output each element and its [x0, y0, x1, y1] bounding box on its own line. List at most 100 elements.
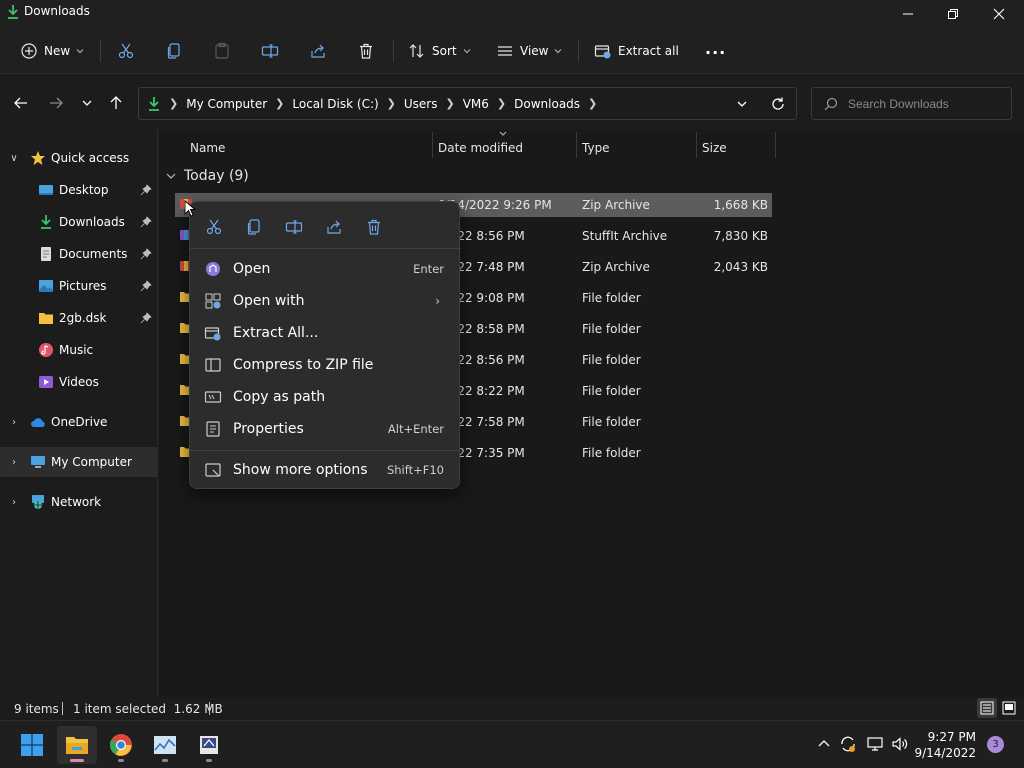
delete-button[interactable]: [357, 36, 375, 66]
chevron-right-icon[interactable]: ❯: [446, 97, 455, 110]
plus-circle-icon: [21, 43, 37, 59]
taskbar-task-manager[interactable]: [145, 726, 185, 764]
restore-icon: [948, 9, 958, 19]
breadcrumb-downloads[interactable]: Downloads: [514, 97, 580, 111]
volume-icon[interactable]: [891, 735, 909, 753]
minimize-button[interactable]: [885, 0, 931, 28]
refresh-icon[interactable]: [769, 95, 787, 113]
menu-item-properties[interactable]: Properties Alt+Enter: [196, 414, 454, 444]
sidebar-item-desktop[interactable]: Desktop: [0, 175, 157, 205]
cut-button[interactable]: [117, 36, 135, 66]
chevron-down-icon: [82, 100, 92, 106]
menu-shortcut: Alt+Enter: [387, 422, 444, 436]
pin-icon[interactable]: [140, 312, 152, 324]
running-indicator: [162, 759, 168, 762]
sidebar-item-network[interactable]: › Network: [0, 487, 157, 517]
chevron-right-icon[interactable]: ›: [8, 417, 20, 428]
chevron-down-icon: [463, 49, 470, 54]
close-button[interactable]: [976, 0, 1022, 28]
chevron-down-icon: [166, 173, 176, 179]
column-header-name[interactable]: Name: [190, 138, 225, 158]
context-share-button[interactable]: [320, 214, 348, 240]
sidebar-item-quick-access[interactable]: ∨ Quick access: [0, 143, 157, 173]
taskbar-chrome[interactable]: [101, 726, 141, 764]
search-box[interactable]: [811, 87, 1012, 120]
pin-icon[interactable]: [140, 216, 152, 228]
file-size: 1,668 KB: [713, 198, 768, 212]
chevron-right-icon[interactable]: ❯: [588, 97, 597, 110]
restore-button[interactable]: [930, 0, 976, 28]
column-header-type[interactable]: Type: [582, 138, 610, 158]
sidebar-item-2gb-dsk[interactable]: 2gb.dsk: [0, 303, 157, 333]
sidebar-item-music[interactable]: Music: [0, 335, 157, 365]
context-copy-button[interactable]: [240, 214, 268, 240]
copy-path-icon: [204, 391, 222, 403]
start-button[interactable]: [12, 726, 52, 764]
paste-button[interactable]: [213, 36, 231, 66]
column-separator[interactable]: [696, 132, 697, 158]
extract-all-button[interactable]: Extract all: [594, 36, 679, 66]
share-button[interactable]: [309, 36, 327, 66]
breadcrumb-vm6[interactable]: VM6: [463, 97, 489, 111]
chevron-right-icon[interactable]: ❯: [497, 97, 506, 110]
sidebar-item-pictures[interactable]: Pictures: [0, 271, 157, 301]
sidebar-item-downloads[interactable]: Downloads: [0, 207, 157, 237]
copy-button[interactable]: [165, 36, 183, 66]
pin-icon[interactable]: [140, 248, 152, 260]
view-button[interactable]: View: [496, 36, 562, 66]
context-delete-button[interactable]: [360, 214, 388, 240]
pin-icon[interactable]: [140, 184, 152, 196]
details-view-button[interactable]: [977, 698, 997, 718]
menu-item-open-with[interactable]: Open with ›: [196, 286, 454, 316]
notification-badge[interactable]: 3: [987, 736, 1004, 753]
breadcrumb-local-disk[interactable]: Local Disk (C:): [292, 97, 378, 111]
forward-button[interactable]: [44, 88, 68, 118]
address-dropdown-icon[interactable]: [733, 95, 751, 113]
menu-item-open[interactable]: Open Enter: [196, 254, 454, 284]
group-header-today[interactable]: Today (9): [166, 166, 249, 186]
chevron-right-icon[interactable]: ❯: [275, 97, 284, 110]
breadcrumb-my-computer[interactable]: My Computer: [186, 97, 267, 111]
context-rename-button[interactable]: [280, 214, 308, 240]
pin-icon[interactable]: [140, 280, 152, 292]
more-options-button[interactable]: ...: [705, 36, 726, 66]
sort-button[interactable]: Sort: [408, 36, 471, 66]
breadcrumb-users[interactable]: Users: [404, 97, 438, 111]
menu-item-show-more-options[interactable]: Show more options Shift+F10: [196, 455, 454, 485]
column-separator[interactable]: [576, 132, 577, 158]
column-header-size[interactable]: Size: [702, 138, 727, 158]
back-button[interactable]: [9, 88, 33, 118]
chevron-up-icon[interactable]: [815, 735, 833, 753]
column-separator[interactable]: [432, 132, 433, 158]
new-button[interactable]: New: [20, 36, 84, 66]
taskbar-file-explorer[interactable]: [57, 726, 97, 764]
sidebar-item-my-computer[interactable]: › My Computer: [0, 447, 157, 477]
chevron-down-icon[interactable]: ∨: [8, 153, 20, 164]
context-cut-button[interactable]: [200, 214, 228, 240]
clock[interactable]: 9:27 PM 9/14/2022: [914, 729, 976, 761]
menu-label: Show more options: [233, 462, 368, 478]
chevron-right-icon[interactable]: ❯: [387, 97, 396, 110]
desktop-icon: [39, 185, 53, 195]
large-icons-view-button[interactable]: [999, 698, 1019, 718]
recent-locations-button[interactable]: [75, 88, 99, 118]
menu-item-copy-as-path[interactable]: Copy as path: [196, 382, 454, 412]
sidebar-item-documents[interactable]: Documents: [0, 239, 157, 269]
sync-icon[interactable]: [839, 735, 857, 753]
chevron-right-icon[interactable]: ›: [8, 457, 20, 468]
file-size: 7,830 KB: [713, 229, 768, 243]
search-input[interactable]: [848, 96, 998, 111]
menu-item-compress-zip[interactable]: Compress to ZIP file: [196, 350, 454, 380]
taskbar-app[interactable]: [189, 726, 229, 764]
rename-button[interactable]: [261, 36, 279, 66]
up-button[interactable]: [104, 88, 128, 118]
sidebar-item-videos[interactable]: Videos: [0, 367, 157, 397]
menu-item-extract-all[interactable]: Extract All...: [196, 318, 454, 348]
chevron-right-icon[interactable]: ›: [8, 497, 20, 508]
clock-time: 9:27 PM: [927, 730, 976, 744]
column-separator[interactable]: [775, 132, 776, 158]
network-status-icon[interactable]: [866, 735, 884, 753]
sidebar-item-onedrive[interactable]: › OneDrive: [0, 407, 157, 437]
address-bar[interactable]: ❯ My Computer ❯ Local Disk (C:) ❯ Users …: [138, 87, 797, 120]
column-header-date[interactable]: Date modified: [438, 138, 523, 158]
